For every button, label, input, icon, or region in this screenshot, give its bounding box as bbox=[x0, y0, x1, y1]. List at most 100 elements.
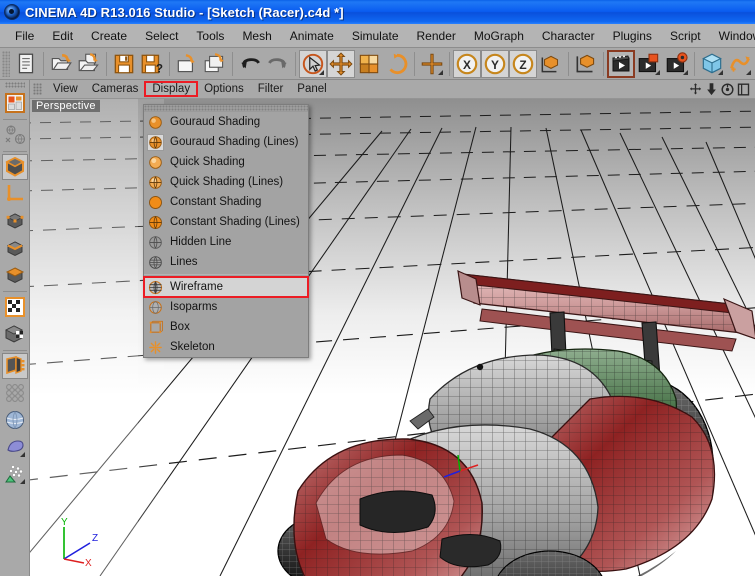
menu-item-quick-shading-lines[interactable]: Quick Shading (Lines) bbox=[144, 172, 308, 192]
menu-item-constant-shading-lines[interactable]: Constant Shading (Lines) bbox=[144, 212, 308, 232]
toolbar-grip[interactable] bbox=[2, 50, 10, 77]
snap-icon[interactable] bbox=[2, 461, 28, 487]
menu-item-constant-shading[interactable]: Constant Shading bbox=[144, 192, 308, 212]
menu-item-box[interactable]: Box bbox=[144, 317, 308, 337]
add-cube-icon[interactable] bbox=[698, 50, 726, 78]
menu-item-isoparms[interactable]: Isoparms bbox=[144, 297, 308, 317]
skeleton-display-icon bbox=[147, 339, 164, 356]
merge-document-icon[interactable] bbox=[75, 50, 103, 78]
axis-move-icon[interactable] bbox=[418, 50, 446, 78]
open-recent-icon[interactable] bbox=[173, 50, 201, 78]
live-selection-icon[interactable] bbox=[299, 49, 327, 78]
viewport-solo-icon[interactable] bbox=[1, 353, 28, 379]
world-coordinates-icon[interactable] bbox=[2, 407, 28, 433]
layout-manager-icon[interactable] bbox=[2, 90, 28, 116]
viewport-panel: View Cameras Display Options Filter Pane… bbox=[30, 80, 755, 576]
model-mode-icon[interactable] bbox=[1, 154, 28, 180]
menu-item-label: Box bbox=[170, 321, 190, 333]
pan-view-icon[interactable] bbox=[688, 82, 703, 97]
menu-item-gouraud-shading[interactable]: Gouraud Shading bbox=[144, 112, 308, 132]
viewport-menu-filter[interactable]: Filter bbox=[251, 82, 291, 96]
redo-icon[interactable] bbox=[264, 50, 292, 78]
viewport-menu-options[interactable]: Options bbox=[197, 82, 251, 96]
left-tool-palette bbox=[0, 80, 30, 576]
display-dropdown-menu: Gouraud Shading Gouraud Shading (Lines) … bbox=[143, 104, 309, 358]
viewport-canvas[interactable]: Perspective Y Z X bbox=[30, 99, 755, 576]
menu-item-animate[interactable]: Animate bbox=[281, 26, 343, 46]
save-as-icon[interactable]: ? bbox=[138, 50, 166, 78]
menu-item-lines[interactable]: Lines bbox=[144, 252, 308, 272]
quantize-icon[interactable] bbox=[2, 434, 28, 460]
object-axis-marker bbox=[476, 363, 484, 371]
object-axis-mode-icon[interactable] bbox=[2, 181, 28, 207]
dolly-view-icon[interactable] bbox=[704, 82, 719, 97]
open-document-icon[interactable] bbox=[47, 50, 75, 78]
toolbar-separator bbox=[414, 51, 415, 76]
save-document-icon[interactable] bbox=[110, 50, 138, 78]
maximize-view-icon[interactable] bbox=[736, 82, 751, 97]
undo-view-icon[interactable] bbox=[2, 122, 28, 148]
viewport-menu-view[interactable]: View bbox=[46, 82, 85, 96]
render-view-icon[interactable] bbox=[607, 49, 635, 78]
menu-item-label: Hidden Line bbox=[170, 236, 232, 248]
add-spline-icon[interactable] bbox=[726, 50, 754, 78]
texture-mode-icon[interactable] bbox=[2, 294, 28, 320]
render-region-icon[interactable] bbox=[635, 50, 663, 78]
menu-item-label: Skeleton bbox=[170, 341, 215, 353]
toolbar-separator bbox=[603, 51, 604, 76]
svg-text:X: X bbox=[463, 57, 471, 71]
world-object-coordinates-icon[interactable] bbox=[537, 50, 565, 78]
viewport-menu-cameras[interactable]: Cameras bbox=[85, 82, 146, 96]
menu-item-plugins[interactable]: Plugins bbox=[604, 26, 661, 46]
menu-item-select[interactable]: Select bbox=[136, 26, 187, 46]
scale-tool-icon[interactable] bbox=[355, 50, 383, 78]
undo-icon[interactable] bbox=[236, 50, 264, 78]
menu-item-gouraud-shading-lines[interactable]: Gouraud Shading (Lines) bbox=[144, 132, 308, 152]
quick-sphere-icon bbox=[147, 154, 164, 171]
edge-mode-icon[interactable] bbox=[2, 235, 28, 261]
object-axis-icon[interactable] bbox=[572, 50, 600, 78]
menu-item-file[interactable]: File bbox=[6, 26, 43, 46]
menu-item-window[interactable]: Window bbox=[710, 26, 755, 46]
menu-item-character[interactable]: Character bbox=[533, 26, 604, 46]
y-axis-lock-icon[interactable]: Y bbox=[481, 49, 509, 78]
menu-item-simulate[interactable]: Simulate bbox=[343, 26, 408, 46]
toolbar-separator bbox=[43, 51, 44, 76]
point-mode-icon[interactable] bbox=[2, 208, 28, 234]
new-document-icon[interactable] bbox=[12, 50, 40, 78]
menu-item-wireframe[interactable]: Wireframe bbox=[143, 276, 309, 298]
c4d-logo-icon bbox=[4, 4, 20, 20]
menu-item-render[interactable]: Render bbox=[408, 26, 465, 46]
rotate-view-icon[interactable] bbox=[720, 82, 735, 97]
render-settings-icon[interactable] bbox=[663, 50, 691, 78]
hidden-line-sphere-icon bbox=[147, 234, 164, 251]
viewport-grip[interactable] bbox=[33, 83, 42, 95]
menu-item-create[interactable]: Create bbox=[82, 26, 136, 46]
save-all-icon[interactable] bbox=[201, 50, 229, 78]
rotate-tool-icon[interactable] bbox=[383, 50, 411, 78]
viewport-label: Perspective bbox=[32, 100, 100, 112]
x-axis-lock-icon[interactable]: X bbox=[453, 49, 481, 78]
left-palette-grip[interactable] bbox=[4, 82, 25, 88]
menu-item-label: Gouraud Shading bbox=[170, 116, 261, 128]
texture-axis-icon[interactable] bbox=[2, 321, 28, 347]
menu-item-script[interactable]: Script bbox=[661, 26, 710, 46]
dropdown-separator bbox=[144, 274, 308, 275]
polygon-mode-icon[interactable] bbox=[2, 262, 28, 288]
menu-item-mesh[interactable]: Mesh bbox=[233, 26, 280, 46]
enable-axis-icon[interactable] bbox=[2, 380, 28, 406]
viewport-menu-display[interactable]: Display bbox=[144, 81, 199, 97]
menu-item-skeleton[interactable]: Skeleton bbox=[144, 337, 308, 357]
menu-item-mograph[interactable]: MoGraph bbox=[465, 26, 533, 46]
menu-item-edit[interactable]: Edit bbox=[43, 26, 82, 46]
z-axis-lock-icon[interactable]: Z bbox=[509, 49, 537, 78]
dropdown-grip[interactable] bbox=[144, 105, 308, 112]
toolbar-separator bbox=[169, 51, 170, 76]
menu-item-label: Constant Shading bbox=[170, 196, 262, 208]
menu-item-hidden-line[interactable]: Hidden Line bbox=[144, 232, 308, 252]
menu-item-quick-shading[interactable]: Quick Shading bbox=[144, 152, 308, 172]
move-tool-icon[interactable] bbox=[327, 49, 355, 78]
menu-item-tools[interactable]: Tools bbox=[187, 26, 233, 46]
svg-text:Z: Z bbox=[519, 57, 526, 71]
viewport-menu-panel[interactable]: Panel bbox=[290, 82, 333, 96]
